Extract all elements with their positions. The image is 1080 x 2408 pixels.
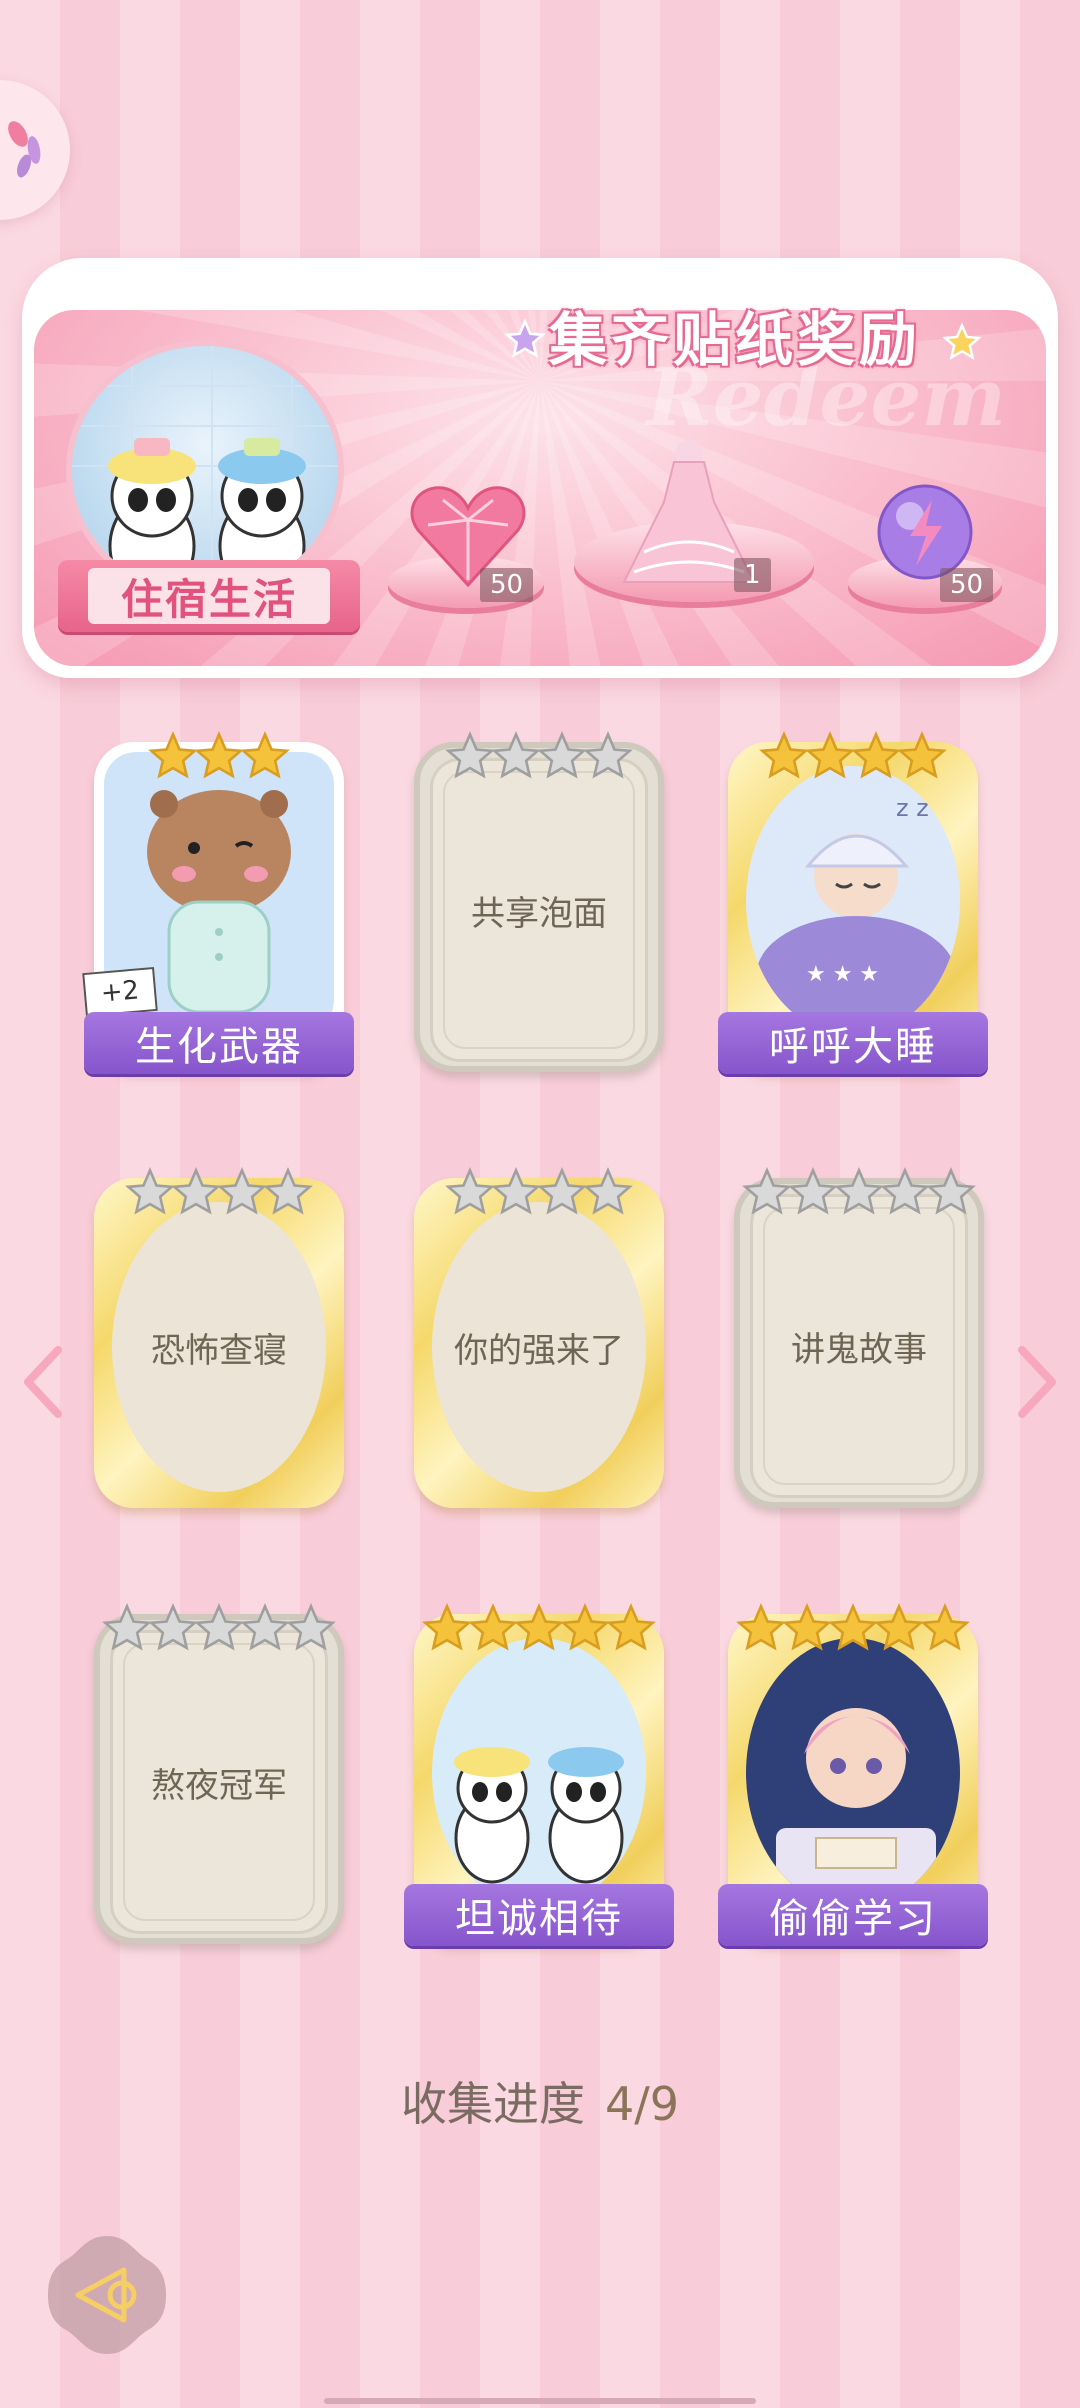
card-title: 共享泡面 <box>471 893 607 934</box>
corner-menu-button[interactable] <box>0 80 70 220</box>
sticker-card-5[interactable]: 你的强来了 <box>414 1158 664 1508</box>
banner-title-plaque: 集齐贴纸奖励 <box>510 290 960 380</box>
next-page-arrow-icon[interactable] <box>1012 1342 1062 1422</box>
progress-label: 收集进度 <box>400 2077 585 2131</box>
card-title: 生化武器 <box>84 1012 354 1074</box>
sticker-card-2[interactable]: 共享泡面 <box>414 722 664 1072</box>
theme-label: 住宿生活 <box>88 568 330 624</box>
sticker-card-9[interactable]: 偷偷学习 <box>718 1594 988 1946</box>
card-stars <box>94 1158 344 1218</box>
card-title: 恐怖查寝 <box>151 1330 287 1371</box>
reward-qty-orb: 50 <box>940 568 994 602</box>
back-button[interactable] <box>44 2232 170 2358</box>
card-stars <box>734 1158 984 1218</box>
energy-orb-icon[interactable] <box>870 482 980 582</box>
menu-petal-icon <box>8 121 41 178</box>
sticker-card-3[interactable]: z z ★ ★ ★ 呼呼大睡 <box>718 722 988 1074</box>
card-stars <box>414 1594 664 1654</box>
sticker-card-7[interactable]: 熬夜冠军 <box>94 1594 344 1944</box>
card-title: 你的强来了 <box>454 1330 624 1371</box>
card-title: 偷偷学习 <box>718 1884 988 1946</box>
card-title: 讲鬼故事 <box>791 1329 927 1370</box>
theme-label-ribbon: 住宿生活 <box>58 560 360 632</box>
reward-qty-heart: 50 <box>480 568 534 602</box>
sticker-card-8[interactable]: 坦诚相待 <box>404 1594 674 1946</box>
card-stars <box>414 722 664 782</box>
reward-qty-dress: 1 <box>734 558 771 592</box>
panda-bath-illustration <box>454 1747 624 1884</box>
prev-page-arrow-icon[interactable] <box>18 1342 68 1422</box>
card-stars <box>728 1594 978 1654</box>
banner-title: 集齐贴纸奖励 <box>548 306 921 374</box>
card-stars <box>728 722 978 782</box>
studying-boy-illustration <box>776 1708 936 1888</box>
duplicate-count-badge: +2 <box>82 966 158 1018</box>
sticker-card-6[interactable]: 讲鬼故事 <box>734 1158 984 1508</box>
card-title: 坦诚相待 <box>404 1884 674 1946</box>
collection-progress: 收集进度 4/9 <box>0 2068 1080 2134</box>
card-stars <box>94 1594 344 1654</box>
home-indicator[interactable] <box>324 2398 756 2404</box>
card-title: 呼呼大睡 <box>718 1012 988 1074</box>
sticker-card-1[interactable]: +2 生化武器 <box>82 722 354 1074</box>
progress-value: 4/9 <box>604 2077 680 2131</box>
card-title: 熬夜冠军 <box>151 1765 287 1806</box>
sticker-card-4[interactable]: 恐怖查寝 <box>94 1158 344 1508</box>
sleeping-boy-illustration: z z ★ ★ ★ <box>756 794 956 1036</box>
card-stars <box>414 1158 664 1218</box>
card-stars <box>94 722 344 782</box>
svg-text:★ ★ ★: ★ ★ ★ <box>806 962 879 987</box>
